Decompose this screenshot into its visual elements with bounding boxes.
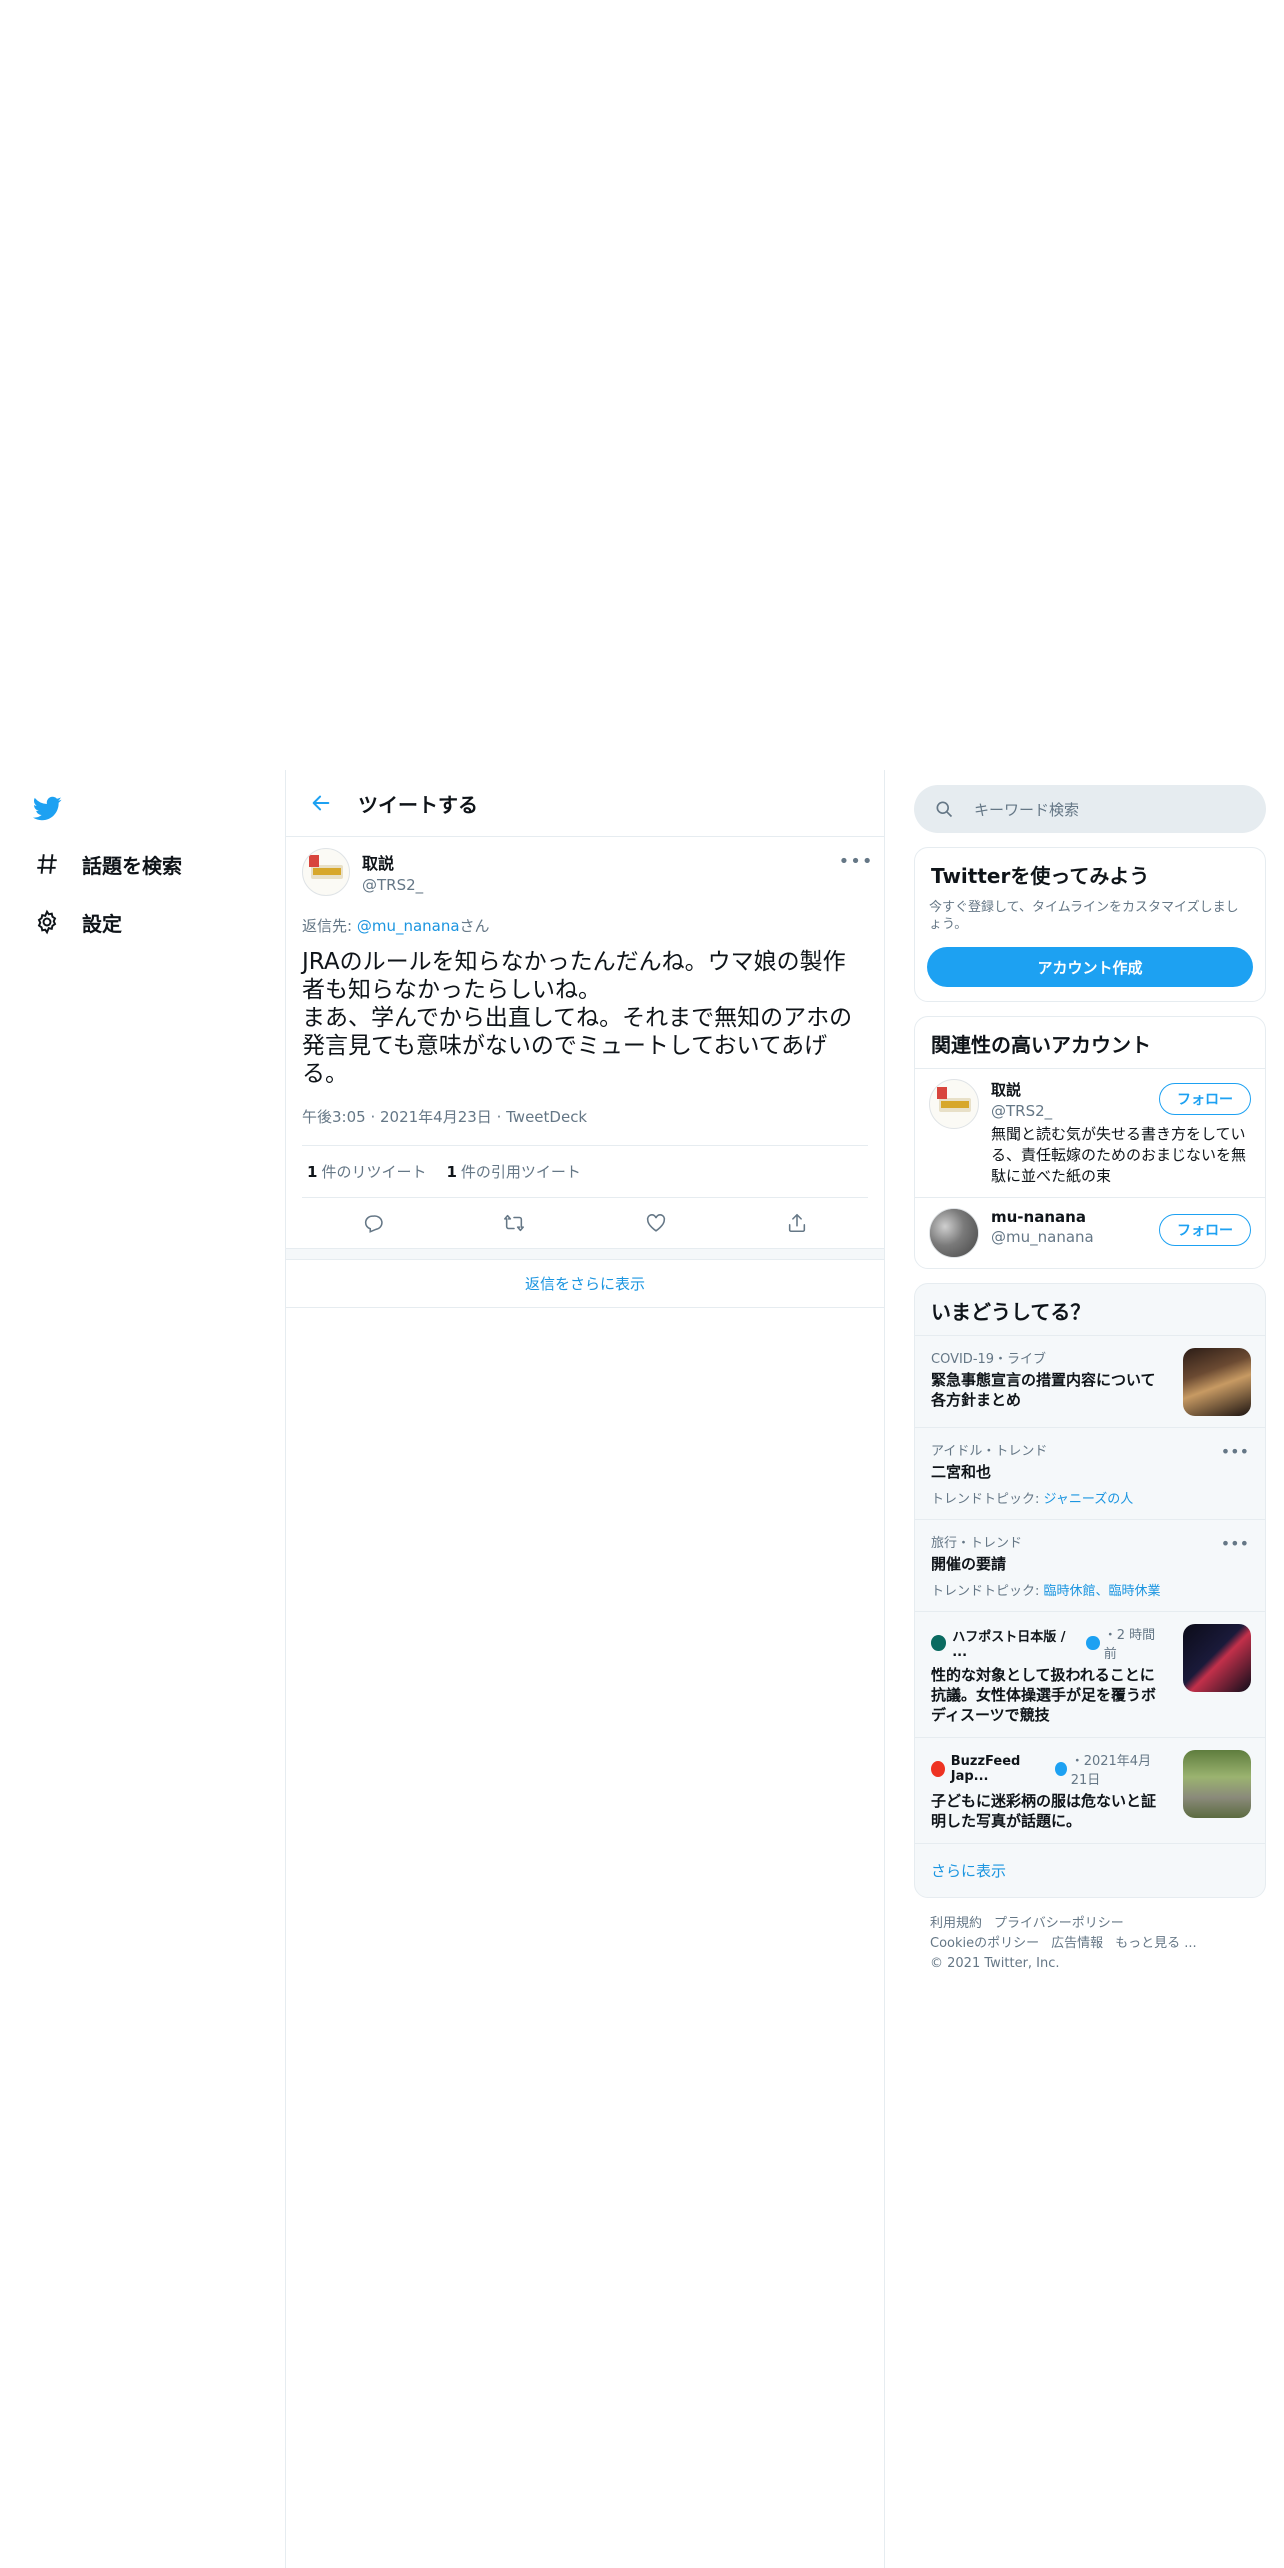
huffpost-logo-icon (931, 1635, 947, 1651)
follow-button[interactable]: フォロー (1159, 1214, 1251, 1246)
account-row[interactable]: 取説 @TRS2_ 無聞と読む気が失せる書き方をしている、責任転嫁のためのおまじ… (915, 1068, 1265, 1197)
trends-title: いまどうしてる？ (931, 1300, 1091, 1324)
back-arrow-icon[interactable] (304, 786, 338, 820)
hashtag-icon (30, 847, 64, 881)
page-header: ツイートする (286, 770, 884, 837)
like-heart-icon[interactable] (639, 1206, 673, 1240)
more-options-icon[interactable]: ••• (1221, 1534, 1249, 1553)
verified-badge-icon (1054, 1762, 1067, 1776)
trend-thumbnail (1183, 1348, 1251, 1416)
footer-link-privacy[interactable]: プライバシーポリシー (994, 1914, 1124, 1934)
search-icon (934, 799, 954, 819)
footer: 利用規約 プライバシーポリシー Cookieのポリシー 広告情報 もっと見る .… (914, 1898, 1266, 1990)
footer-link-ads[interactable]: 広告情報 (1051, 1934, 1103, 1954)
tweet-metadata: 午後3:05 · 2021年4月23日 · TweetDeck (302, 1106, 868, 1146)
signup-card: Twitterを使ってみよう 今すぐ登録して、タイムラインをカスタマイズしましょ… (914, 847, 1266, 1002)
trend-item[interactable]: 旅行・トレンド 開催の要請 トレンドトピック: 臨時休館、臨時休業 ••• (915, 1519, 1265, 1611)
trend-context: アイドル・トレンド (931, 1444, 1048, 1459)
trend-item[interactable]: アイドル・トレンド 二宮和也 トレンドトピック: ジャニーズの人 ••• (915, 1427, 1265, 1519)
create-account-button[interactable]: アカウント作成 (927, 947, 1253, 987)
share-icon[interactable] (780, 1206, 814, 1240)
trend-item[interactable]: ハフポスト日本版 / ... ・2 時間前 性的な対象として扱われることに抗議。… (915, 1611, 1265, 1737)
signup-title: Twitterを使ってみよう (931, 864, 1150, 888)
trend-thumbnail (1183, 1750, 1251, 1818)
trend-item[interactable]: COVID-19・ライブ 緊急事態宣言の措置内容について各方針まとめ (915, 1335, 1265, 1427)
trend-context: 旅行・トレンド (931, 1536, 1023, 1551)
news-time: ・2 時間前 (1103, 1628, 1156, 1662)
trend-topic-link[interactable]: ジャニーズの人 (1044, 1492, 1134, 1507)
nav-item-label: 話題を検索 (82, 853, 182, 878)
nav-item-label: 設定 (82, 911, 122, 936)
more-options-icon[interactable]: ••• (1221, 1442, 1249, 1461)
signup-subtitle: 今すぐ登録して、タイムラインをカスタマイズしましょう。 (929, 900, 1239, 932)
retweets-stat[interactable]: 1 件のリツイート (307, 1161, 426, 1182)
account-row[interactable]: mu-nanana @mu_nanana フォロー (915, 1197, 1265, 1268)
footer-link-cookies[interactable]: Cookieのポリシー (930, 1934, 1039, 1954)
reply-suffix: さん (459, 917, 490, 935)
avatar[interactable] (302, 848, 350, 896)
show-more-trends-link[interactable]: さらに表示 (915, 1843, 1265, 1897)
copyright: © 2021 Twitter, Inc. (930, 1956, 1060, 1971)
divider (286, 1248, 884, 1260)
reply-icon[interactable] (356, 1206, 390, 1240)
related-accounts-card: 関連性の高いアカウント 取説 @TRS2_ 無聞と読む気が失せる書き方をしている… (914, 1016, 1266, 1269)
tweet-author: 取説 @TRS2_ (302, 837, 868, 907)
tweet-time[interactable]: 午後3:05 (302, 1108, 366, 1126)
more-options-icon[interactable]: ••• (839, 851, 873, 872)
reply-to-line: 返信先: @mu_nananaさん (302, 915, 868, 936)
tweet-stats: 1 件のリツイート 1 件の引用ツイート (302, 1146, 868, 1198)
trend-topic: トレンドトピック: ジャニーズの人 (931, 1492, 1134, 1507)
nav-item-explore[interactable]: 話題を検索 (30, 842, 182, 886)
tweet-client: TweetDeck (506, 1108, 588, 1126)
buzzfeed-logo-icon (931, 1761, 945, 1777)
search-input[interactable]: キーワード検索 (974, 799, 1079, 820)
main-column: ツイートする 取説 @TRS2_ ••• 返信先: @mu_nananaさん J… (285, 770, 885, 2568)
trend-item[interactable]: BuzzFeed Jap... ・2021年4月21日 子どもに迷彩柄の服は危な… (915, 1737, 1265, 1843)
show-more-replies-link[interactable]: 返信をさらに表示 (286, 1260, 884, 1308)
source-name: BuzzFeed Jap... (950, 1754, 1021, 1784)
reply-to-link[interactable]: @mu_nanana (357, 917, 460, 935)
tweet-text: JRAのルールを知らなかったんだんね。ウマ娘の製作者も知らなかったらしいね。 ま… (302, 949, 853, 1087)
account-bio: 無聞と読む気が失せる書き方をしている、責任転嫁のためのおまじないを無駄に並べた紙… (991, 1125, 1247, 1185)
tweet-date[interactable]: 2021年4月23日 (380, 1108, 492, 1126)
trend-topic: トレンドトピック: 臨時休館、臨時休業 (931, 1584, 1161, 1599)
tweet: 取説 @TRS2_ ••• 返信先: @mu_nananaさん JRAのルールを… (286, 837, 884, 1248)
avatar[interactable] (929, 1208, 979, 1258)
trend-topic-link[interactable]: 臨時休館、臨時休業 (1044, 1584, 1161, 1599)
follow-button[interactable]: フォロー (1159, 1083, 1251, 1115)
footer-link-terms[interactable]: 利用規約 (930, 1914, 982, 1934)
right-sidebar: キーワード検索 Twitterを使ってみよう 今すぐ登録して、タイムラインをカス… (914, 770, 1266, 1990)
nav-item-settings[interactable]: 設定 (30, 900, 122, 944)
search-bar[interactable]: キーワード検索 (914, 785, 1266, 833)
retweet-icon[interactable] (497, 1206, 531, 1240)
trends-card: いまどうしてる？ COVID-19・ライブ 緊急事態宣言の措置内容について各方針… (914, 1283, 1266, 1898)
author-name[interactable]: 取説 (362, 850, 423, 874)
footer-link-more[interactable]: もっと見る ... (1115, 1934, 1197, 1954)
author-handle[interactable]: @TRS2_ (362, 876, 423, 894)
verified-badge-icon (1086, 1636, 1100, 1650)
gear-icon (30, 905, 64, 939)
trend-thumbnail (1183, 1624, 1251, 1692)
twitter-bird-icon[interactable] (30, 794, 64, 824)
news-time: ・2021年4月21日 (1070, 1754, 1152, 1788)
avatar[interactable] (929, 1079, 979, 1129)
page-title: ツイートする (358, 792, 478, 817)
trend-title: 二宮和也 (931, 1463, 992, 1481)
reply-prefix: 返信先: (302, 917, 357, 935)
quotes-stat[interactable]: 1 件の引用ツイート (446, 1161, 580, 1182)
source-name: ハフポスト日本版 / ... (952, 1630, 1066, 1660)
related-accounts-title: 関連性の高いアカウント (931, 1033, 1151, 1057)
tweet-actions (302, 1198, 868, 1248)
trend-title: 開催の要請 (931, 1555, 1007, 1573)
